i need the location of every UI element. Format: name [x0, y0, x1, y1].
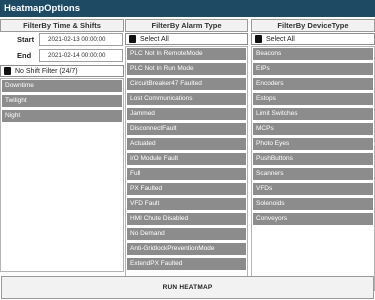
- device-type-item[interactable]: Limit Switches: [253, 108, 373, 120]
- alarm-type-item[interactable]: Anti-GridlockPreventionMode: [127, 243, 246, 255]
- alarm-type-item[interactable]: ExtendPX Faulted: [127, 258, 246, 270]
- no-shift-filter-checkbox[interactable]: No Shift Filter (24/7): [0, 65, 124, 77]
- alarm-type-header: FilterBy Alarm Type: [125, 19, 248, 32]
- device-type-item[interactable]: Beacons: [253, 48, 373, 60]
- device-type-item[interactable]: PushButtons: [253, 153, 373, 165]
- end-date-row: End 2021-02-14 00:00:00: [0, 49, 124, 64]
- shift-list: Downtime Twilight Night: [0, 78, 124, 272]
- shift-item[interactable]: Downtime: [2, 80, 122, 92]
- device-type-header: FilterBy DeviceType: [251, 19, 375, 32]
- device-select-all-checkbox[interactable]: Select All: [251, 33, 375, 45]
- checkbox-icon: [128, 35, 137, 44]
- device-select-all-label: Select All: [266, 35, 295, 43]
- device-type-item[interactable]: VFDs: [253, 183, 373, 195]
- start-label: Start: [17, 35, 35, 44]
- alarm-type-item[interactable]: Actuated: [127, 138, 246, 150]
- alarm-type-item[interactable]: Jammed: [127, 108, 246, 120]
- alarm-type-item[interactable]: I/O Module Fault: [127, 153, 246, 165]
- alarm-type-item[interactable]: HMI Chute Disabled: [127, 213, 246, 225]
- alarm-select-all-checkbox[interactable]: Select All: [125, 33, 248, 45]
- device-type-panel: FilterBy DeviceType Select All Beacons E…: [251, 19, 375, 291]
- end-label: End: [17, 51, 32, 60]
- alarm-type-panel: FilterBy Alarm Type Select All PLC Not I…: [125, 19, 248, 291]
- device-type-item[interactable]: EIPs: [253, 63, 373, 75]
- alarm-type-item[interactable]: Lost Communications: [127, 93, 246, 105]
- device-type-item[interactable]: Photo Eyes: [253, 138, 373, 150]
- alarm-type-item[interactable]: No Demand: [127, 228, 246, 240]
- no-shift-filter-label: No Shift Filter (24/7): [15, 67, 78, 75]
- start-date-field[interactable]: 2021-02-13 00:00:00: [39, 33, 123, 46]
- alarm-type-item[interactable]: CircuitBreaker47 Faulted: [127, 78, 246, 90]
- checkbox-icon: [3, 67, 12, 76]
- alarm-select-all-label: Select All: [140, 35, 169, 43]
- alarm-type-item[interactable]: Full: [127, 168, 246, 180]
- device-type-item[interactable]: Encoders: [253, 78, 373, 90]
- alarm-type-item[interactable]: DisconnectFault: [127, 123, 246, 135]
- checkbox-icon: [254, 35, 263, 44]
- alarm-type-item[interactable]: PX Faulted: [127, 183, 246, 195]
- alarm-type-item[interactable]: PLC Not In Run Mode: [127, 63, 246, 75]
- device-type-item[interactable]: Solenoids: [253, 198, 373, 210]
- end-date-field[interactable]: 2021-02-14 00:00:00: [39, 49, 123, 62]
- alarm-type-item[interactable]: VFD Fault: [127, 198, 246, 210]
- device-type-item[interactable]: Conveyors: [253, 213, 373, 225]
- run-heatmap-button[interactable]: RUN HEATMAP: [1, 276, 374, 299]
- start-date-row: Start 2021-02-13 00:00:00: [0, 33, 124, 48]
- shift-item[interactable]: Night: [2, 110, 122, 122]
- device-type-item[interactable]: MCPs: [253, 123, 373, 135]
- device-type-list[interactable]: Beacons EIPs Encoders Estops Limit Switc…: [251, 46, 375, 291]
- time-shift-header: FilterBy Time & Shifts: [0, 19, 124, 32]
- alarm-type-list[interactable]: PLC Not In RemoteMode PLC Not In Run Mod…: [125, 46, 248, 291]
- alarm-type-item[interactable]: PLC Not In RemoteMode: [127, 48, 246, 60]
- window-title: HeatmapOptions: [0, 0, 375, 17]
- device-type-item[interactable]: Estops: [253, 93, 373, 105]
- device-type-item[interactable]: Scanners: [253, 168, 373, 180]
- shift-item[interactable]: Twilight: [2, 95, 122, 107]
